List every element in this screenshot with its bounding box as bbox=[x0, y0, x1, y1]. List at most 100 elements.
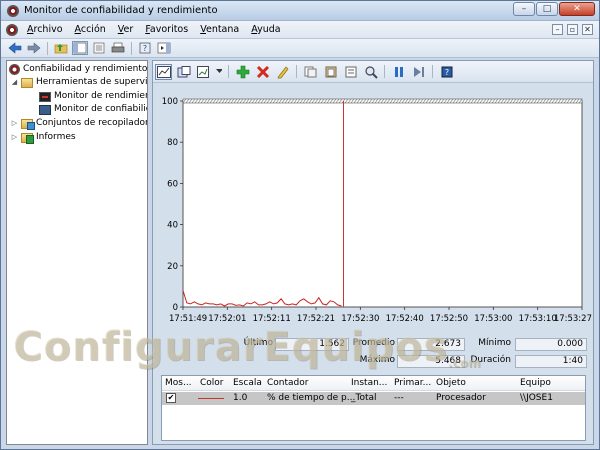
show-hide-action-pane-icon[interactable] bbox=[156, 41, 172, 55]
x-tick-label: 17:53:27 bbox=[554, 314, 592, 323]
menu-archivo[interactable]: Archivo bbox=[27, 24, 63, 35]
column-color[interactable]: Color bbox=[200, 378, 224, 388]
menu-favoritos[interactable]: Favoritos bbox=[145, 24, 188, 35]
menu-ayuda[interactable]: Ayuda bbox=[251, 24, 280, 35]
freeze-display-icon[interactable] bbox=[390, 64, 407, 80]
print-icon[interactable] bbox=[110, 41, 126, 55]
tree-label: Confiabilidad y rendimiento bbox=[23, 64, 148, 74]
collapsed-triangle-icon[interactable]: ▷ bbox=[11, 117, 18, 130]
y-tick-label: 20 bbox=[167, 262, 178, 272]
view-current-activity-icon[interactable] bbox=[155, 63, 172, 80]
graph-type-dropdown-icon[interactable] bbox=[215, 64, 223, 80]
stat-last-value: 1.562 bbox=[275, 338, 349, 351]
tree-node-reports[interactable]: ▷ Informes bbox=[11, 131, 76, 144]
collector-sets-icon bbox=[21, 118, 35, 130]
counter-list[interactable]: Mos... Color Escala Contador Instan... P… bbox=[161, 375, 586, 441]
update-data-icon[interactable] bbox=[410, 64, 427, 80]
folder-icon bbox=[21, 77, 33, 88]
column-counter[interactable]: Contador bbox=[267, 378, 308, 388]
copy-properties-icon[interactable] bbox=[302, 64, 319, 80]
window-title: Monitor de confiabilidad y rendimiento bbox=[24, 5, 218, 16]
menu-bar: Archivo Acción Ver Favoritos Ventana Ayu… bbox=[1, 21, 599, 39]
tree-node-rel-monitor[interactable]: Monitor de confiabilidad bbox=[39, 103, 147, 116]
y-tick-label: 100 bbox=[162, 97, 178, 107]
plot-area bbox=[182, 100, 583, 308]
graph-toolbar: ? bbox=[153, 61, 593, 83]
forward-arrow-icon[interactable] bbox=[26, 41, 42, 55]
title-bar[interactable]: Monitor de confiabilidad y rendimiento –… bbox=[1, 1, 599, 21]
tree-label: Monitor de confiabilidad bbox=[54, 104, 147, 114]
tree-node-collector-sets[interactable]: ▷ Conjuntos de recopiladores bbox=[11, 117, 147, 130]
menu-ver[interactable]: Ver bbox=[118, 24, 134, 35]
collapsed-triangle-icon[interactable]: ▷ bbox=[11, 131, 18, 144]
tree-node-tools[interactable]: ◢ Herramientas de supervisión bbox=[11, 76, 148, 89]
paste-counter-list-icon[interactable] bbox=[322, 64, 339, 80]
tree-node-root[interactable]: Confiabilidad y rendimiento bbox=[9, 63, 147, 76]
tree-label: Informes bbox=[36, 132, 76, 142]
toolbar-separator bbox=[47, 41, 48, 55]
stat-min-label: Mínimo bbox=[478, 338, 511, 348]
counter-name: % de tiempo de p... bbox=[267, 393, 356, 403]
mdi-minimize-button[interactable]: – bbox=[552, 24, 563, 35]
performance-graph[interactable]: 0 20 40 60 80 100 17:51:49 17:52:01 17:52:11 17:… bbox=[153, 83, 593, 323]
caption-buttons: – □ ✕ bbox=[513, 2, 595, 16]
highlight-pencil-icon[interactable] bbox=[274, 64, 291, 80]
tree-node-perf-monitor[interactable]: Monitor de rendimiento bbox=[39, 90, 147, 103]
counter-scale: 1.0 bbox=[233, 393, 248, 403]
expanded-triangle-icon[interactable]: ◢ bbox=[11, 76, 18, 89]
help-icon[interactable]: ? bbox=[438, 64, 455, 80]
column-object[interactable]: Objeto bbox=[436, 378, 466, 388]
maximize-button[interactable]: □ bbox=[536, 2, 558, 16]
change-graph-type-icon[interactable] bbox=[195, 64, 212, 80]
x-tick-label: 17:52:21 bbox=[297, 314, 335, 323]
x-tick-label: 17:53:00 bbox=[474, 314, 512, 323]
x-tick-label: 17:52:11 bbox=[253, 314, 291, 323]
column-scale[interactable]: Escala bbox=[233, 378, 262, 388]
mdi-restore-button[interactable]: ▫ bbox=[567, 24, 578, 35]
tree-label: Herramientas de supervisión bbox=[36, 77, 148, 87]
counter-computer: \\JOSE1 bbox=[520, 393, 553, 403]
toolbar-separator bbox=[432, 65, 433, 78]
back-arrow-icon[interactable] bbox=[7, 41, 23, 55]
close-button[interactable]: ✕ bbox=[559, 2, 595, 16]
toolbar-separator bbox=[131, 41, 132, 55]
delete-counter-icon[interactable] bbox=[254, 64, 271, 80]
mdi-close-button[interactable]: ✕ bbox=[582, 24, 593, 35]
performance-monitor-pane: ? 0 20 40 60 80 100 17:51:49 17:52:01 17:52:11 1… bbox=[152, 60, 594, 445]
counter-row[interactable]: ✔ 1.0 % de tiempo de p... _Total --- Pro… bbox=[162, 392, 585, 405]
zoom-icon[interactable] bbox=[362, 64, 379, 80]
minimize-button[interactable]: – bbox=[513, 2, 535, 16]
console-tree: Confiabilidad y rendimiento ◢ Herramient… bbox=[6, 60, 148, 445]
x-tick-label: 17:52:50 bbox=[430, 314, 468, 323]
y-tick-label: 40 bbox=[167, 221, 178, 231]
performance-monitor-icon bbox=[39, 91, 51, 102]
show-checkbox[interactable]: ✔ bbox=[166, 393, 176, 403]
column-primary[interactable]: Primar... bbox=[394, 378, 431, 388]
properties-icon[interactable] bbox=[91, 41, 107, 55]
counter-primary: --- bbox=[394, 393, 404, 403]
menu-accion[interactable]: Acción bbox=[75, 24, 106, 35]
properties-icon[interactable] bbox=[342, 64, 359, 80]
column-show[interactable]: Mos... bbox=[165, 378, 192, 388]
x-tick-label: 17:52:01 bbox=[208, 314, 246, 323]
x-tick-label: 17:51:49 bbox=[169, 314, 207, 323]
stat-max-label: Máximo bbox=[359, 355, 395, 365]
system-menu-icon[interactable] bbox=[6, 24, 18, 36]
x-tick-label: 17:52:30 bbox=[341, 314, 379, 323]
perfmon-icon bbox=[9, 64, 20, 75]
reliability-monitor-icon bbox=[39, 104, 51, 115]
add-counter-icon[interactable] bbox=[234, 64, 251, 80]
column-computer[interactable]: Equipo bbox=[520, 378, 551, 388]
counter-object: Procesador bbox=[436, 393, 486, 403]
counter-list-header: Mos... Color Escala Contador Instan... P… bbox=[162, 376, 585, 391]
stat-min-value: 0.000 bbox=[515, 338, 587, 351]
app-window: Monitor de confiabilidad y rendimiento –… bbox=[0, 0, 600, 450]
help-icon[interactable]: ? bbox=[137, 41, 153, 55]
up-folder-icon[interactable] bbox=[53, 41, 69, 55]
top-hatch bbox=[182, 98, 583, 104]
menu-ventana[interactable]: Ventana bbox=[200, 24, 239, 35]
stat-avg-value: 2.673 bbox=[397, 338, 465, 351]
view-log-data-icon[interactable] bbox=[175, 64, 192, 80]
console-tree-icon[interactable] bbox=[72, 41, 88, 55]
column-instance[interactable]: Instan... bbox=[351, 378, 387, 388]
